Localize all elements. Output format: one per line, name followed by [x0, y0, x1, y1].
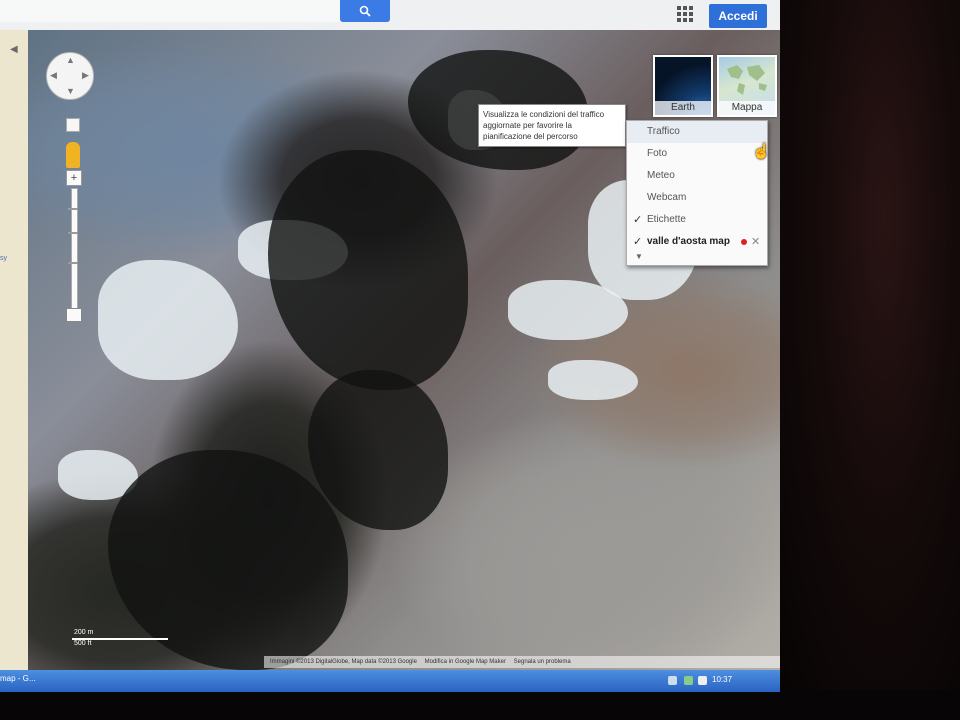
- earth-view-label: Earth: [655, 101, 711, 115]
- browser-window: Accedi ◀ sy ▲ ▼ ◀ ▶ + Earth Mappa Visual…: [0, 0, 780, 692]
- close-icon[interactable]: ✕: [751, 231, 760, 253]
- signin-button[interactable]: Accedi: [709, 4, 767, 28]
- earth-view-button[interactable]: Earth: [653, 55, 713, 117]
- monitor-bezel-bottom: [0, 690, 960, 720]
- layer-label: Meteo: [647, 170, 675, 181]
- layer-item-weather[interactable]: Meteo: [627, 165, 767, 187]
- terrain-snow: [548, 360, 638, 400]
- layer-item-custom-map[interactable]: ✓ valle d'aosta map ✕: [627, 231, 767, 253]
- apps-grid-icon[interactable]: [677, 6, 693, 22]
- layer-item-traffic[interactable]: Traffico: [627, 121, 767, 143]
- traffic-tooltip: Visualizza le condizioni del traffico ag…: [478, 104, 626, 147]
- world-map-icon: [727, 65, 767, 95]
- pan-control[interactable]: ▲ ▼ ◀ ▶: [46, 52, 94, 100]
- left-panel-text: sy: [0, 255, 7, 262]
- layer-label: Traffico: [647, 126, 680, 137]
- checkmark-icon: ✓: [633, 214, 643, 226]
- search-button[interactable]: [340, 0, 390, 22]
- satellite-map[interactable]: ▲ ▼ ◀ ▶ + Earth Mappa Visualizza le cond: [28, 30, 780, 670]
- rotate-button[interactable]: [66, 118, 80, 132]
- zoom-tick: [68, 262, 78, 264]
- taskbar-item[interactable]: map - G...: [0, 674, 36, 683]
- os-taskbar: map - G... 10:37: [0, 670, 780, 692]
- search-input[interactable]: [0, 0, 340, 22]
- map-maker-link[interactable]: Modifica in Google Map Maker: [425, 659, 506, 665]
- network-icon[interactable]: [668, 676, 677, 685]
- layer-label: Foto: [647, 148, 668, 159]
- clock: 10:37: [712, 675, 733, 684]
- layer-item-labels[interactable]: ✓ Etichette: [627, 209, 767, 231]
- hand-cursor-icon: ☝: [752, 143, 771, 160]
- terrain-snow: [98, 260, 238, 380]
- layers-menu: Traffico Foto Meteo Webcam ✓ Etichette ✓…: [626, 120, 768, 266]
- checkmark-icon: ✓: [633, 236, 643, 248]
- scale-bar: 200 m 500 ft: [72, 629, 172, 650]
- attribution-text: Immagini ©2013 DigitalGlobe, Map data ©2…: [270, 659, 417, 665]
- chevron-down-icon[interactable]: ▼: [635, 252, 643, 261]
- scale-metric: 200 m: [74, 629, 94, 636]
- zoom-in-button[interactable]: +: [66, 170, 82, 186]
- monitor-bezel: [770, 0, 960, 720]
- street-view-pegman-icon[interactable]: [66, 142, 80, 168]
- notification-icon[interactable]: [698, 676, 707, 685]
- collapse-panel-icon[interactable]: ◀: [10, 44, 18, 55]
- zoom-tick: [68, 208, 78, 210]
- zoom-slider-thumb[interactable]: [66, 308, 82, 322]
- pan-right-icon[interactable]: ▶: [82, 71, 89, 80]
- pan-left-icon[interactable]: ◀: [50, 71, 57, 80]
- maps-header: Accedi: [0, 0, 780, 31]
- layer-label: Webcam: [647, 192, 687, 203]
- layer-label: valle d'aosta map: [647, 236, 730, 247]
- zoom-slider[interactable]: [71, 188, 78, 312]
- red-dot-icon: [741, 239, 747, 245]
- layer-item-photos[interactable]: Foto: [627, 143, 767, 165]
- pan-up-icon[interactable]: ▲: [66, 56, 75, 65]
- layer-label: Etichette: [647, 214, 686, 225]
- report-problem-link[interactable]: Segnala un problema: [514, 659, 571, 665]
- map-attribution: Immagini ©2013 DigitalGlobe, Map data ©2…: [264, 656, 780, 668]
- volume-icon[interactable]: [684, 676, 693, 685]
- map-view-label: Mappa: [719, 101, 775, 115]
- terrain-ridge: [268, 150, 468, 390]
- search-icon: [359, 5, 371, 17]
- layer-item-webcam[interactable]: Webcam: [627, 187, 767, 209]
- zoom-tick: [68, 232, 78, 234]
- map-view-button[interactable]: Mappa: [717, 55, 777, 117]
- pan-down-icon[interactable]: ▼: [66, 87, 75, 96]
- scale-imperial: 500 ft: [74, 640, 92, 647]
- left-panel: ◀ sy: [0, 30, 28, 670]
